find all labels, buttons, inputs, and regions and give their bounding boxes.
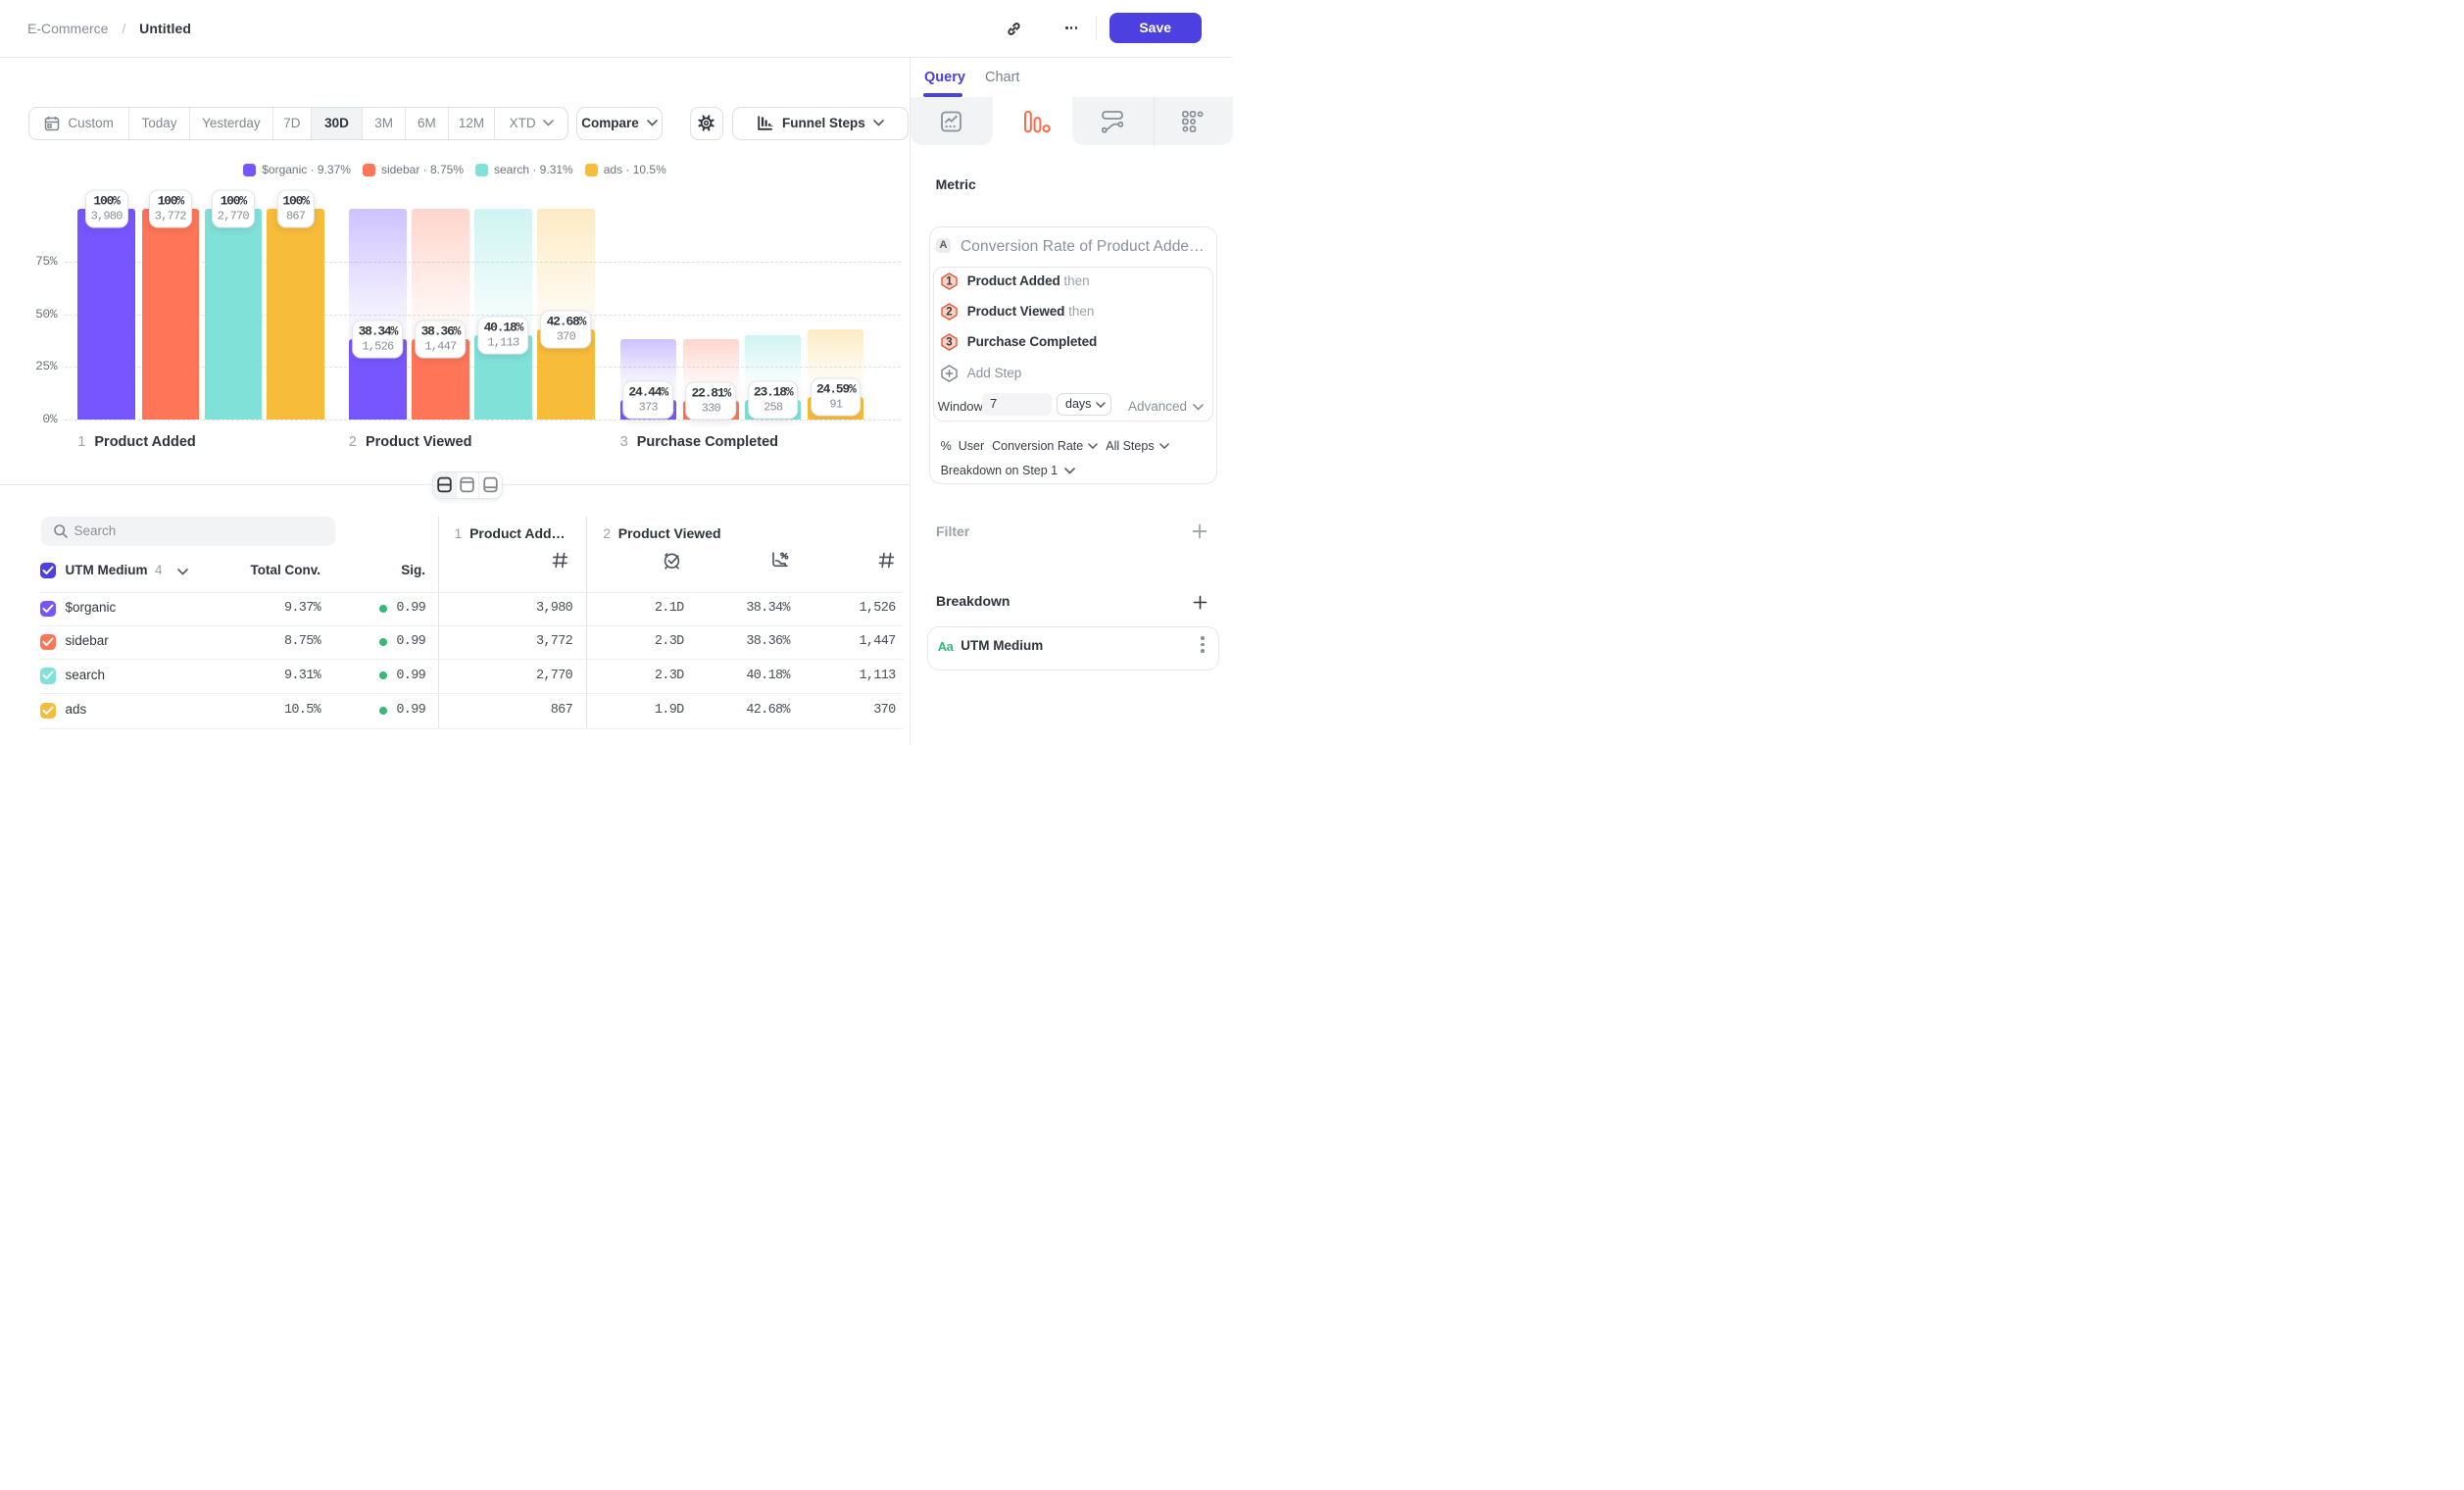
svg-text:2: 2 [946,306,952,318]
svg-text:3: 3 [946,336,952,348]
svg-text:1: 1 [946,275,953,287]
